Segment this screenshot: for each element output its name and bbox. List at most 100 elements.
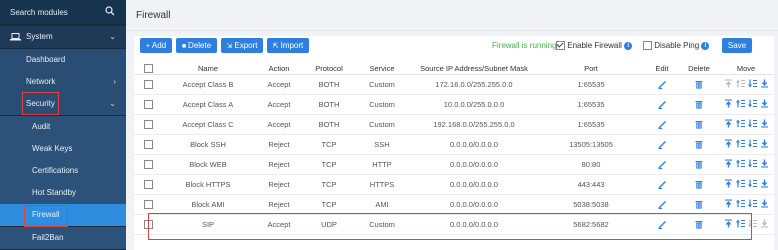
- sidebar-item-weak-keys[interactable]: Weak Keys: [0, 138, 126, 160]
- row-select-cell[interactable]: [134, 134, 162, 155]
- move-bottom-icon[interactable]: [760, 99, 769, 108]
- edit-cell[interactable]: [644, 114, 680, 135]
- search-input[interactable]: Search modules: [10, 8, 68, 17]
- move-bottom-icon[interactable]: [760, 179, 769, 188]
- rule-name: Accept Class A: [162, 94, 254, 115]
- trash-icon[interactable]: [695, 160, 703, 169]
- sidebar-item-hot-standby[interactable]: Hot Standby: [0, 182, 126, 204]
- move-bottom-icon[interactable]: [760, 119, 769, 128]
- row-checkbox[interactable]: [143, 180, 153, 190]
- move-down-icon[interactable]: [747, 199, 757, 208]
- sidebar-item-audit[interactable]: Audit: [0, 116, 126, 138]
- row-select-cell[interactable]: [134, 194, 162, 215]
- save-button[interactable]: Save: [722, 38, 752, 53]
- edit-icon[interactable]: [658, 140, 667, 150]
- row-select-cell[interactable]: [134, 74, 162, 95]
- move-up-icon[interactable]: [735, 139, 745, 148]
- delete-cell[interactable]: [680, 114, 718, 135]
- edit-icon[interactable]: [658, 160, 667, 170]
- move-down-icon[interactable]: [747, 119, 757, 128]
- trash-icon[interactable]: [695, 180, 703, 189]
- page-title: Firewall: [136, 10, 171, 21]
- row-checkbox[interactable]: [143, 140, 153, 150]
- move-bottom-icon[interactable]: [760, 219, 769, 228]
- search-icon[interactable]: [105, 6, 115, 16]
- sidebar-item-certifications[interactable]: Certifications: [0, 160, 126, 182]
- edit-icon[interactable]: [658, 80, 667, 90]
- move-up-icon[interactable]: [735, 79, 745, 88]
- move-up-icon[interactable]: [735, 99, 745, 108]
- edit-cell[interactable]: [644, 134, 680, 155]
- move-bottom-icon[interactable]: [760, 139, 769, 148]
- row-checkbox[interactable]: [143, 100, 153, 110]
- row-select-cell[interactable]: [134, 154, 162, 175]
- module-search[interactable]: Search modules: [0, 0, 126, 24]
- info-icon[interactable]: i: [701, 41, 710, 50]
- disable-ping-checkbox[interactable]: [643, 41, 652, 51]
- move-up-icon[interactable]: [735, 159, 745, 168]
- add-button[interactable]: + Add: [140, 38, 172, 53]
- edit-icon[interactable]: [658, 120, 667, 130]
- sidebar-item-dashboard[interactable]: Dashboard: [0, 49, 126, 71]
- delete-cell[interactable]: [680, 74, 718, 95]
- export-button[interactable]: ⇲ Export: [221, 38, 263, 53]
- move-down-icon[interactable]: [747, 139, 757, 148]
- trash-icon[interactable]: [695, 200, 703, 209]
- sidebar-item-network[interactable]: Network ›: [0, 71, 126, 93]
- move-bottom-icon[interactable]: [760, 159, 769, 168]
- delete-button[interactable]: ■ Delete: [176, 38, 217, 53]
- delete-cell[interactable]: [680, 94, 718, 115]
- row-select-cell[interactable]: [134, 174, 162, 195]
- move-top-icon[interactable]: [724, 119, 733, 128]
- trash-icon[interactable]: [695, 100, 703, 109]
- edit-cell[interactable]: [644, 94, 680, 115]
- row-select-cell[interactable]: [134, 114, 162, 135]
- row-checkbox[interactable]: [143, 200, 153, 210]
- move-down-icon[interactable]: [747, 79, 757, 88]
- sidebar-item-fail2ban[interactable]: Fail2Ban: [0, 227, 126, 249]
- trash-icon[interactable]: [695, 80, 703, 89]
- delete-cell[interactable]: [680, 174, 718, 195]
- move-top-icon[interactable]: [724, 199, 733, 208]
- edit-cell[interactable]: [644, 74, 680, 95]
- edit-icon[interactable]: [658, 100, 667, 110]
- move-top-icon[interactable]: [724, 99, 733, 108]
- rule-action: Accept: [254, 74, 304, 95]
- info-icon[interactable]: i: [624, 41, 633, 50]
- move-top-icon[interactable]: [724, 159, 733, 168]
- trash-icon[interactable]: [695, 120, 703, 129]
- delete-cell[interactable]: [680, 134, 718, 155]
- sidebar-item-system[interactable]: System ⌄: [0, 26, 126, 48]
- move-top-icon[interactable]: [724, 139, 733, 148]
- move-up-icon[interactable]: [735, 179, 745, 188]
- move-bottom-icon[interactable]: [760, 79, 769, 88]
- select-all-cell[interactable]: [134, 62, 162, 75]
- delete-cell[interactable]: [680, 194, 718, 215]
- sidebar-item-security[interactable]: Security ⌄: [0, 93, 126, 115]
- move-up-icon[interactable]: [735, 199, 745, 208]
- move-down-icon[interactable]: [747, 179, 757, 188]
- move-bottom-icon[interactable]: [760, 199, 769, 208]
- row-checkbox[interactable]: [143, 120, 153, 130]
- row-select-cell[interactable]: [134, 94, 162, 115]
- move-up-icon[interactable]: [735, 119, 745, 128]
- disable-ping-option[interactable]: Disable Ping i: [643, 41, 710, 51]
- row-checkbox[interactable]: [143, 80, 153, 90]
- select-all-checkbox[interactable]: [143, 63, 153, 73]
- move-top-icon[interactable]: [724, 79, 733, 88]
- move-down-icon[interactable]: [747, 159, 757, 168]
- move-down-icon[interactable]: [747, 99, 757, 108]
- row-checkbox[interactable]: [143, 160, 153, 170]
- edit-cell[interactable]: [644, 174, 680, 195]
- enable-firewall-option[interactable]: Enable Firewall i: [556, 41, 633, 51]
- trash-icon[interactable]: [695, 140, 703, 149]
- edit-cell[interactable]: [644, 194, 680, 215]
- rule-port: 13505:13505: [538, 134, 644, 155]
- import-button[interactable]: ⇱ Import: [267, 38, 309, 53]
- move-top-icon[interactable]: [724, 179, 733, 188]
- edit-icon[interactable]: [658, 200, 667, 210]
- edit-cell[interactable]: [644, 154, 680, 175]
- enable-firewall-checkbox[interactable]: [556, 41, 565, 51]
- edit-icon[interactable]: [658, 180, 667, 190]
- delete-cell[interactable]: [680, 154, 718, 175]
